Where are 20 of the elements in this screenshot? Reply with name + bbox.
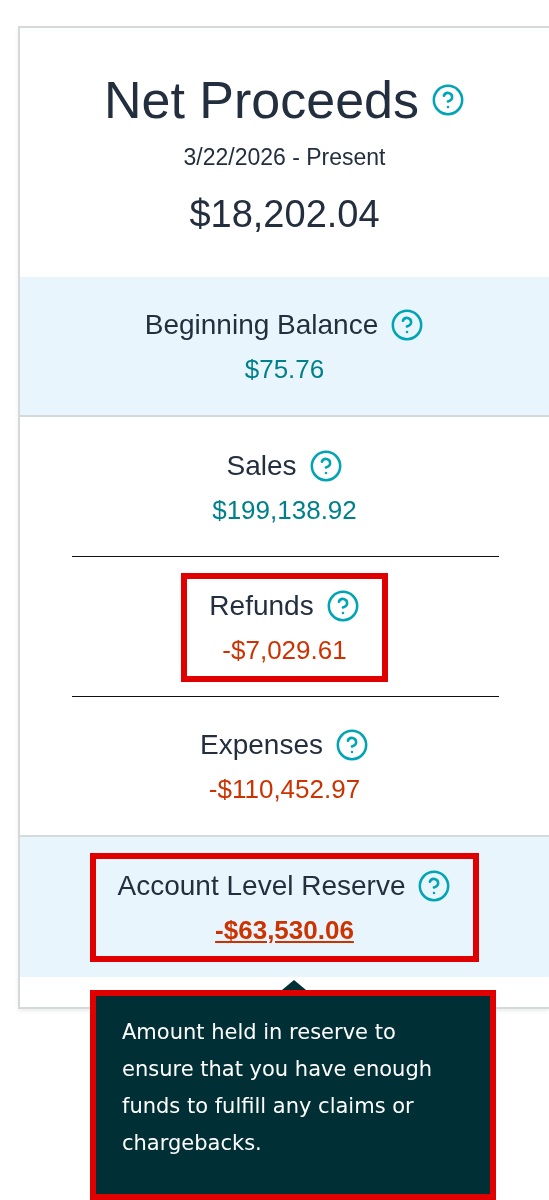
summary-amount: $199,138.92: [212, 494, 357, 526]
total-amount: $18,202.04: [189, 193, 380, 236]
amount-link[interactable]: -$63,530.06: [215, 914, 354, 946]
summary-amount: $75.76: [244, 353, 325, 385]
help-icon[interactable]: [390, 307, 425, 342]
help-icon[interactable]: [325, 588, 360, 623]
help-icon[interactable]: [417, 868, 452, 903]
summary-label: Expenses: [200, 728, 323, 761]
help-icon[interactable]: [335, 727, 369, 762]
summary-label: Account Level Reserve: [117, 869, 406, 902]
summary-amount: -$110,452.97: [208, 773, 361, 805]
tooltip-text: Amount held in reserve to ensure that you have enough funds to fulfill any claims or chargebacks.: [122, 1019, 434, 1157]
summary-label: Beginning Balance: [144, 308, 379, 341]
help-icon[interactable]: [431, 83, 465, 117]
help-icon[interactable]: [308, 448, 343, 483]
summary-label: Refunds: [209, 589, 314, 622]
summary-label: Sales: [226, 449, 297, 482]
summary-amount: -$7,029.61: [222, 634, 347, 666]
date-range: 3/22/2026 - Present: [183, 144, 386, 171]
card-title: Net Proceeds: [103, 70, 419, 130]
